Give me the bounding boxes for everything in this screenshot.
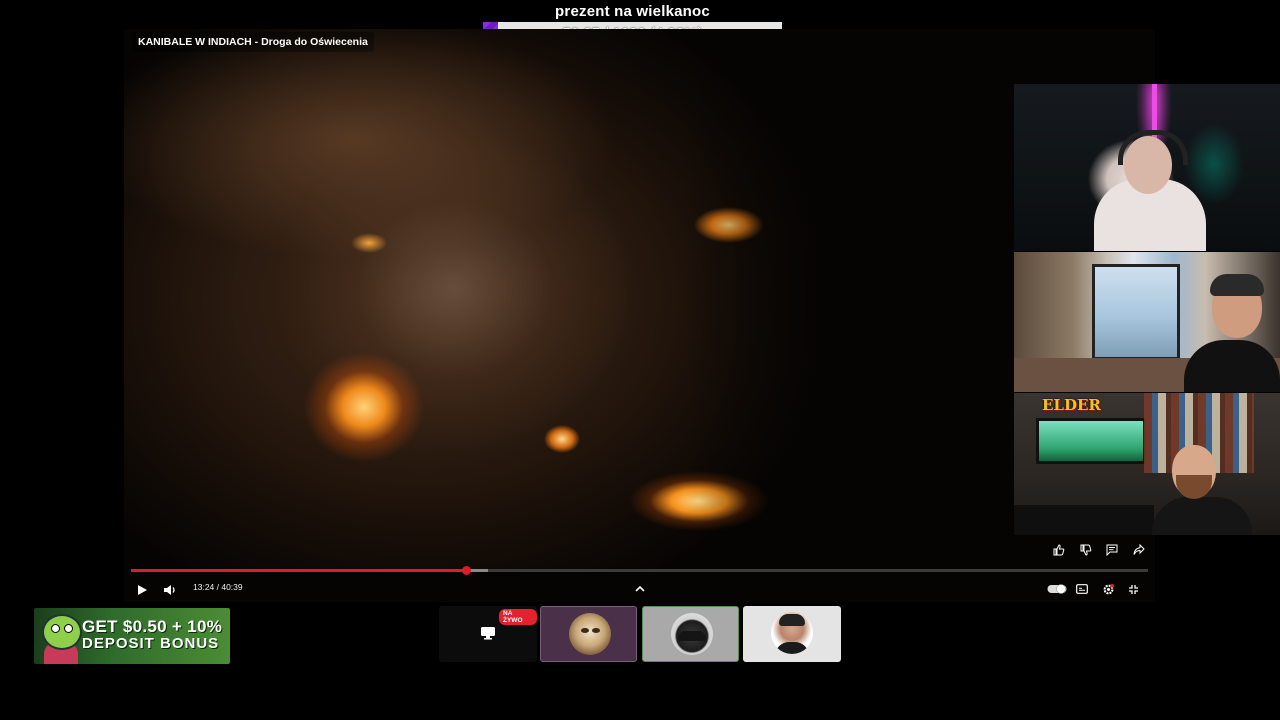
participant-tile-3[interactable] bbox=[743, 606, 841, 662]
volume-icon bbox=[163, 585, 175, 595]
room-window bbox=[1092, 264, 1180, 360]
expand-chapters-button[interactable] bbox=[632, 581, 648, 597]
share-button[interactable] bbox=[1129, 540, 1149, 560]
avatar-shirt bbox=[775, 642, 809, 654]
ad-subline: DEPOSIT BONUS bbox=[82, 635, 220, 652]
participant-avatar bbox=[671, 613, 713, 655]
chevron-up-icon bbox=[635, 585, 645, 592]
live-badge: NA ŻYWO bbox=[499, 609, 537, 625]
participant-avatar bbox=[569, 613, 611, 655]
participant-tile-2[interactable] bbox=[642, 606, 739, 662]
thumbs-down-icon bbox=[1080, 544, 1091, 556]
comment-icon bbox=[1106, 544, 1118, 556]
streamer-body bbox=[1152, 497, 1252, 535]
video-title[interactable]: KANIBALE W INDIACH - Droga do Oświecenia bbox=[132, 32, 374, 52]
video-player[interactable]: KANIBALE W INDIACH - Droga do Oświecenia… bbox=[124, 29, 1155, 602]
settings-icon bbox=[1103, 583, 1114, 594]
volume-button[interactable] bbox=[160, 582, 178, 598]
ad-mascot bbox=[38, 612, 82, 664]
streamer-beard bbox=[1176, 475, 1212, 499]
desk bbox=[1014, 505, 1154, 535]
comments-button[interactable] bbox=[1102, 540, 1122, 560]
streamer-body bbox=[1184, 340, 1280, 392]
deposit-bonus-ad[interactable]: GET $0.50 + 10% DEPOSIT BONUS bbox=[34, 608, 230, 664]
streamer-person bbox=[1184, 270, 1280, 392]
goal-title: prezent na wielkanoc bbox=[555, 3, 710, 20]
thumbs-up-icon bbox=[1053, 544, 1065, 556]
aquarium bbox=[1036, 418, 1146, 464]
mascot-eye bbox=[64, 624, 73, 633]
webcam-streamer-2 bbox=[1014, 252, 1280, 392]
autoplay-toggle-icon bbox=[1047, 584, 1067, 594]
exit-fullscreen-icon bbox=[1128, 584, 1138, 594]
video-scrubber-handle[interactable] bbox=[462, 566, 472, 575]
live-screen-tile[interactable]: NA ŻYWO bbox=[439, 606, 537, 662]
share-icon bbox=[1133, 544, 1145, 555]
video-time: 13:24 / 40:39 bbox=[193, 582, 243, 592]
dislike-button[interactable] bbox=[1076, 540, 1096, 560]
avatar-hair bbox=[779, 614, 805, 626]
like-button[interactable] bbox=[1049, 540, 1069, 560]
settings-button[interactable] bbox=[1099, 580, 1117, 598]
exit-fullscreen-button[interactable] bbox=[1125, 581, 1141, 597]
webcam-streamer-3: ELDER bbox=[1014, 393, 1280, 535]
play-icon bbox=[138, 585, 147, 595]
headset-icon bbox=[1118, 130, 1188, 165]
ad-headline: GET $0.50 + 10% bbox=[82, 617, 223, 636]
streamer-cap bbox=[1210, 274, 1264, 296]
avatar-eye bbox=[581, 628, 589, 633]
participant-tile-1[interactable] bbox=[540, 606, 637, 662]
play-button[interactable] bbox=[133, 582, 151, 598]
webcam-streamer-1 bbox=[1014, 84, 1280, 251]
video-edge-fade bbox=[684, 29, 984, 569]
autoplay-toggle[interactable] bbox=[1046, 581, 1068, 597]
avatar-car bbox=[678, 631, 706, 641]
subtitles-icon bbox=[1076, 584, 1088, 594]
subtitles-button[interactable] bbox=[1074, 581, 1090, 597]
video-progress-bar[interactable] bbox=[131, 566, 1148, 575]
elder-logo: ELDER bbox=[1042, 396, 1101, 414]
video-played-bar bbox=[131, 569, 467, 572]
mascot-eye bbox=[51, 624, 60, 633]
video-action-bar bbox=[1049, 539, 1149, 561]
mascot-head bbox=[42, 614, 82, 650]
avatar-eye bbox=[592, 628, 600, 633]
screen-share-icon bbox=[481, 627, 495, 640]
streamer-person bbox=[1152, 441, 1252, 535]
participant-avatar bbox=[771, 612, 813, 654]
